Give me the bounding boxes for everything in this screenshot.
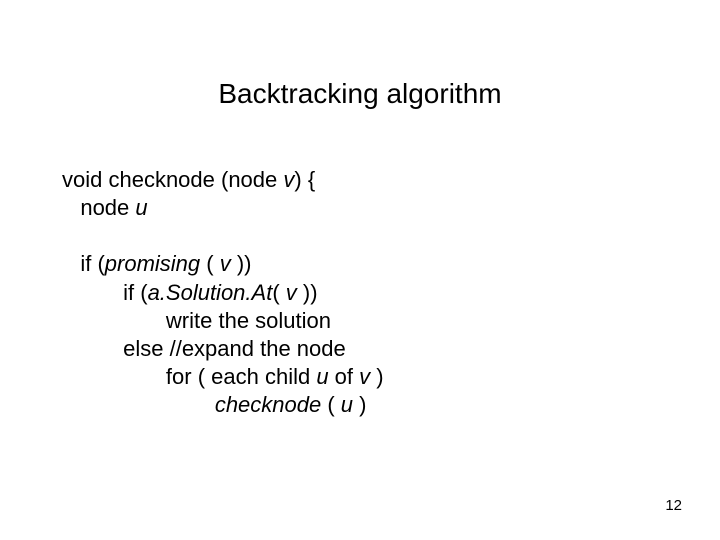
code-var: v	[283, 167, 294, 192]
code-text: (	[272, 280, 285, 305]
code-text: ))	[297, 280, 318, 305]
code-text: ))	[231, 251, 252, 276]
code-text: (	[321, 392, 341, 417]
code-text: if (	[62, 251, 105, 276]
slide: Backtracking algorithm void checknode (n…	[0, 0, 720, 540]
code-text: ) {	[294, 167, 315, 192]
code-var: v	[286, 280, 297, 305]
code-text: if (	[62, 280, 148, 305]
code-text: node	[62, 195, 135, 220]
code-func: checknode	[215, 392, 321, 417]
code-text: for ( each child	[62, 364, 316, 389]
code-var: v	[359, 364, 370, 389]
code-var: u	[316, 364, 328, 389]
code-text: of	[329, 364, 360, 389]
code-text: void checknode (node	[62, 167, 283, 192]
code-var: v	[220, 251, 231, 276]
code-text: )	[370, 364, 383, 389]
code-text	[62, 392, 215, 417]
code-var: u	[135, 195, 147, 220]
code-func: promising	[105, 251, 200, 276]
code-text: )	[353, 392, 366, 417]
code-text: else //expand the node	[62, 336, 346, 361]
page-number: 12	[665, 497, 682, 514]
slide-title: Backtracking algorithm	[0, 78, 720, 110]
code-text: write the solution	[62, 308, 331, 333]
code-var: u	[341, 392, 353, 417]
code-block: void checknode (node v) { node u if (pro…	[62, 166, 384, 419]
code-func: a.Solution.At	[148, 280, 273, 305]
code-text: (	[200, 251, 220, 276]
